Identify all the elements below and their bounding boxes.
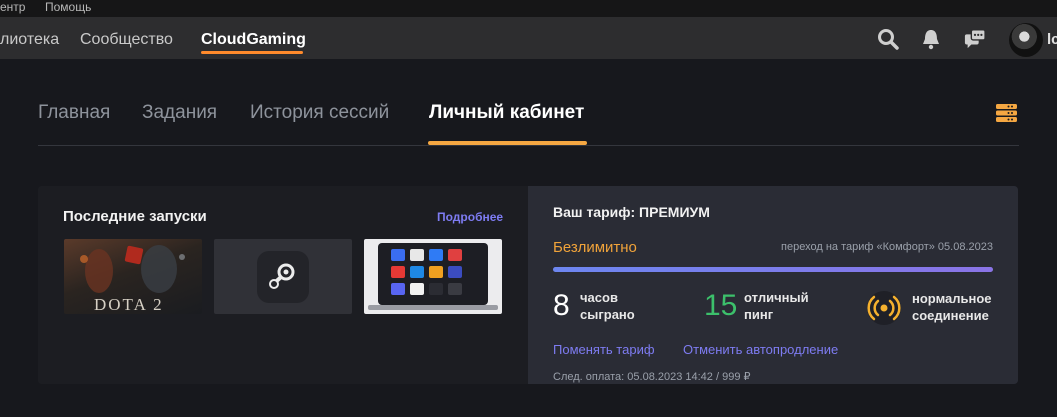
conn-label-2: соединение	[912, 308, 989, 323]
steam-icon	[257, 251, 309, 303]
dota2-thumb[interactable]: DOTA 2	[64, 239, 202, 314]
tab-active-underline	[428, 141, 587, 145]
tabs-divider	[38, 145, 1019, 146]
main-content: Главная Задания История сессий Личный ка…	[0, 59, 1057, 417]
nav-active-underline	[201, 51, 303, 54]
nav-cloudgaming[interactable]: CloudGaming	[201, 31, 306, 49]
signal-icon	[867, 291, 901, 325]
tariff-plan-label: Безлимитно	[553, 239, 637, 256]
account-card: Последние запуски Подробнее DOTA 2 Ваш т…	[38, 186, 1018, 384]
tariff-progress-bar	[553, 267, 993, 272]
ping-value: 15	[704, 289, 738, 322]
dota2-label: DOTA 2	[94, 295, 164, 314]
avatar[interactable]	[1009, 23, 1043, 57]
next-payment-info: След. оплата: 05.08.2023 14:42 / 999 ₽	[553, 371, 751, 383]
apps-laptop-icon	[368, 243, 498, 310]
hours-label-2: сыграно	[580, 307, 635, 322]
tab-home[interactable]: Главная	[38, 102, 110, 124]
change-tariff-link[interactable]: Поменять тариф	[553, 342, 655, 357]
steam-thumb[interactable]	[214, 239, 352, 314]
apps-thumb[interactable]	[364, 239, 502, 314]
app-menubar: ентр Помощь	[0, 0, 1057, 17]
chat-icon[interactable]	[964, 28, 986, 50]
nav-community[interactable]: Сообщество	[80, 31, 173, 49]
tariff-panel: Ваш тариф: ПРЕМИУМ Безлимитно переход на…	[528, 186, 1018, 384]
tab-quests[interactable]: Задания	[142, 102, 217, 124]
ping-label-1: отличный	[744, 290, 809, 305]
username[interactable]: lc	[1047, 31, 1057, 48]
conn-label-1: нормальное	[912, 291, 992, 306]
cancel-autorenew-link[interactable]: Отменить автопродление	[683, 342, 838, 357]
hours-value: 8	[553, 289, 570, 322]
more-link[interactable]: Подробнее	[437, 210, 503, 224]
search-icon[interactable]	[877, 28, 899, 50]
ping-label-2: пинг	[744, 307, 774, 322]
server-list-icon[interactable]	[996, 104, 1017, 122]
tariff-transition-note: переход на тариф «Комфорт» 05.08.2023	[781, 241, 993, 253]
nav-library[interactable]: лиотека	[0, 31, 59, 49]
recent-launches-title: Последние запуски	[63, 208, 207, 225]
hours-label-1: часов	[580, 290, 618, 305]
recent-launches-panel: Последние запуски Подробнее DOTA 2	[38, 186, 528, 384]
bell-icon[interactable]	[920, 28, 942, 50]
menu-store-center[interactable]: ентр	[0, 0, 25, 14]
tariff-progress-fill	[553, 267, 993, 272]
tab-personal-account[interactable]: Личный кабинет	[429, 102, 584, 124]
menu-help[interactable]: Помощь	[45, 0, 91, 14]
tariff-title: Ваш тариф: ПРЕМИУМ	[553, 204, 710, 220]
tab-session-history[interactable]: История сессий	[250, 102, 389, 124]
